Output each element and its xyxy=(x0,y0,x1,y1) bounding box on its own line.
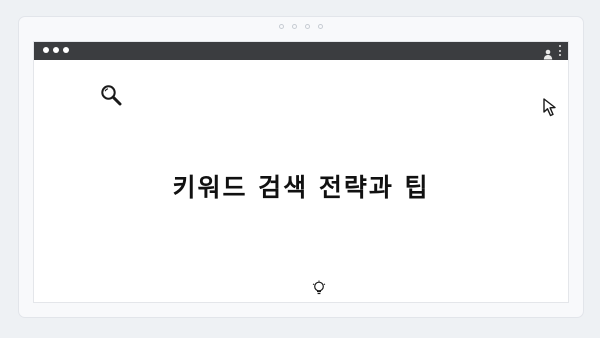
four-dot-indicator-icon xyxy=(279,24,323,29)
lightbulb-icon xyxy=(312,280,326,296)
page-title: 키워드 검색 전략과 팁 xyxy=(172,173,430,202)
browser-titlebar xyxy=(34,42,568,60)
kebab-menu-icon[interactable] xyxy=(558,45,561,56)
titlebar-actions xyxy=(543,45,561,60)
window-dot[interactable] xyxy=(53,47,59,53)
user-icon[interactable] xyxy=(543,45,553,60)
window-controls-icon[interactable] xyxy=(43,47,69,53)
device-frame: 키워드 검색 전략과 팁 xyxy=(18,16,584,318)
window-dot[interactable] xyxy=(63,47,69,53)
window-dot[interactable] xyxy=(43,47,49,53)
browser-window: 키워드 검색 전략과 팁 xyxy=(33,41,569,303)
mouse-pointer-icon xyxy=(541,97,563,119)
magnifier-icon[interactable] xyxy=(100,84,122,106)
